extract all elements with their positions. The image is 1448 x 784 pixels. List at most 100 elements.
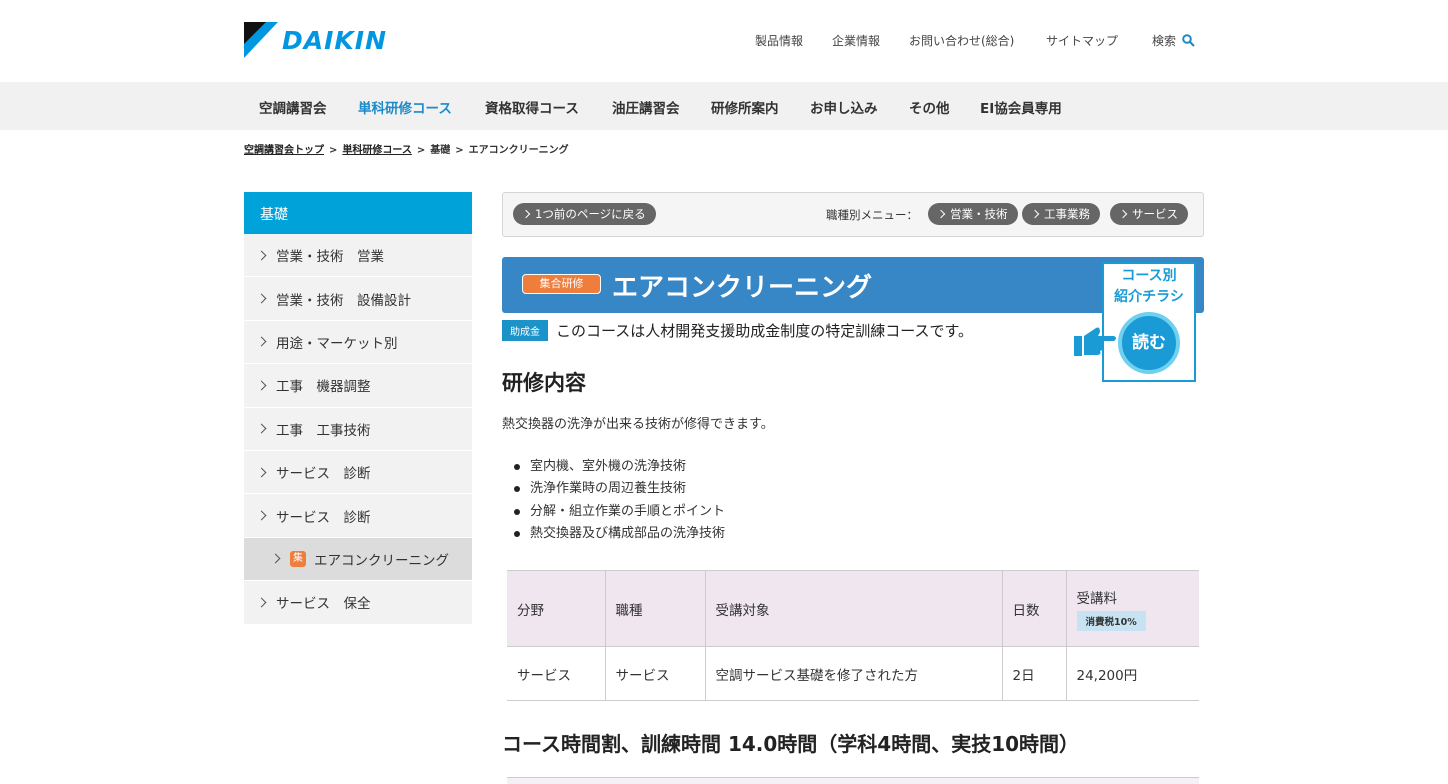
sidebar-heading: 基礎: [244, 192, 472, 234]
util-link-search[interactable]: 検索: [1152, 32, 1176, 49]
chevron-right-icon: [256, 423, 267, 434]
chevron-right-icon: [256, 250, 267, 261]
schedule-table: [507, 777, 1199, 784]
list-item: 室内機、室外機の洗浄技術: [513, 456, 725, 478]
list-item: 洗浄作業時の周辺養生技術: [513, 478, 725, 500]
subsidy-text: このコースは人材開発支援助成金制度の特定訓練コースです。: [556, 322, 974, 340]
table-header-row: 分野 職種 受講対象 日数 受講料消費税10%: [507, 570, 1199, 647]
job-menu-construction-button[interactable]: 工事業務: [1022, 203, 1100, 225]
util-link-company[interactable]: 企業情報: [832, 32, 880, 49]
gnav-item-apply[interactable]: お申し込み: [810, 97, 878, 117]
table-cell-days: 2日: [1001, 646, 1067, 701]
chevron-right-icon: [256, 380, 267, 391]
chevron-right-icon: [936, 209, 946, 219]
sidebar-item-label: 工事 機器調整: [276, 379, 371, 396]
table-cell-field: サービス: [507, 646, 606, 701]
chevron-right-icon: [256, 293, 267, 304]
back-menu-bar: 1つ前のページに戻る 職種別メニュー： 営業・技術 工事業務 サービス: [502, 192, 1204, 237]
flyer-title-1: コース別: [1121, 268, 1177, 284]
category-badge: 集合研修: [522, 274, 601, 294]
table-header-fee: 受講料消費税10%: [1065, 570, 1199, 647]
sidebar-item-service-diagnosis-1[interactable]: サービス 診断: [244, 450, 472, 495]
job-menu-service-button[interactable]: サービス: [1110, 203, 1188, 225]
table-header-target: 受講対象: [704, 570, 1003, 647]
util-link-products[interactable]: 製品情報: [755, 32, 803, 49]
sidebar-item-equipment-design[interactable]: 営業・技術 設備設計: [244, 277, 472, 321]
breadcrumb-link-single-course[interactable]: 単科研修コース: [342, 145, 412, 156]
sidebar-item-adjustment[interactable]: 工事 機器調整: [244, 364, 472, 408]
sidebar-item-maintenance[interactable]: サービス 保全: [244, 581, 472, 625]
subsidy-notice: 助成金 このコースは人材開発支援助成金制度の特定訓練コースです。: [502, 320, 973, 341]
global-nav: 空調講習会 単科研修コース 資格取得コース 油圧講習会 研修所案内 お申し込み …: [0, 82, 1448, 130]
table-header-days: 日数: [1001, 570, 1067, 647]
sidebar-item-label: 営業・技術 営業: [276, 249, 384, 266]
gnav-item-ei-members[interactable]: EI協会員専用: [980, 97, 1062, 117]
chevron-right-icon: [256, 337, 267, 347]
flyer-title-2: 紹介チラシ: [1114, 289, 1184, 305]
course-info-table: 分野 職種 受講対象 日数 受講料消費税10% サービス サービス 空調サービス…: [507, 570, 1199, 701]
breadcrumb: 空調講習会トップ > 単科研修コース > 基礎 > エアコンクリーニング: [244, 145, 569, 156]
sidebar-item-label: サービス 診断: [276, 509, 371, 526]
table-row: サービス サービス 空調サービス基礎を修了された方 2日 24,200円: [507, 646, 1199, 701]
chevron-right-icon: [270, 553, 281, 564]
course-description: 熱交換器の洗浄が出来る技術が修得できます。: [502, 417, 774, 432]
back-button[interactable]: 1つ前のページに戻る: [513, 203, 656, 225]
gnav-item-hydraulic[interactable]: 油圧講習会: [612, 97, 680, 117]
site-header: DAIKIN 製品情報 企業情報 お問い合わせ(総合) サイトマップ 検索: [0, 0, 1448, 82]
list-item: 熱交換器及び構成部品の洗浄技術: [513, 523, 725, 545]
tax-badge: 消費税10%: [1076, 610, 1146, 631]
chevron-right-icon: [256, 467, 267, 478]
util-link-contact[interactable]: お問い合わせ(総合): [909, 32, 1014, 49]
breadcrumb-link-top[interactable]: 空調講習会トップ: [244, 145, 324, 156]
training-bullet-list: 室内機、室外機の洗浄技術 洗浄作業時の周辺養生技術 分解・組立作業の手順とポイン…: [513, 456, 725, 545]
breadcrumb-basics: 基礎: [430, 145, 451, 156]
table-cell-fee: 24,200円: [1065, 646, 1199, 701]
course-title-bar: 集合研修 エアコンクリーニング: [502, 257, 1204, 313]
breadcrumb-current: エアコンクリーニング: [468, 145, 569, 156]
sidebar-item-label: 用途・マーケット別: [276, 335, 398, 352]
chevron-right-icon: [256, 597, 267, 608]
flyer-read-button[interactable]: 読む: [1118, 312, 1180, 374]
chevron-right-icon: [256, 510, 267, 521]
job-menu-label-text: 営業・技術: [950, 207, 1008, 221]
group-training-badge: 集: [290, 550, 306, 567]
fee-label: 受講料: [1076, 590, 1118, 607]
table-header-field: 分野: [507, 570, 606, 647]
gnav-item-qualification[interactable]: 資格取得コース: [485, 97, 579, 117]
sidebar-item-label: エアコンクリーニング: [314, 552, 449, 569]
table-header-job: 職種: [604, 570, 706, 647]
job-menu-label-text: サービス: [1132, 207, 1178, 221]
sidebar: 基礎 営業・技術 営業 営業・技術 設備設計 用途・マーケット別 工事 機器調整…: [244, 192, 472, 625]
sidebar-item-label: 営業・技術 設備設計: [276, 292, 411, 309]
gnav-item-other[interactable]: その他: [909, 97, 950, 117]
chevron-right-icon: [521, 209, 531, 219]
chevron-right-icon: [1118, 209, 1128, 219]
sidebar-item-label: サービス 保全: [276, 596, 371, 613]
gnav-item-aircon-course[interactable]: 空調講習会: [259, 97, 327, 117]
job-menu-label: 職種別メニュー：: [826, 208, 918, 222]
table-cell-target: 空調サービス基礎を修了された方: [704, 646, 1003, 701]
sidebar-item-market[interactable]: 用途・マーケット別: [244, 320, 472, 365]
gnav-item-facility[interactable]: 研修所案内: [711, 97, 779, 117]
gnav-item-single-course[interactable]: 単科研修コース: [358, 97, 452, 117]
pointing-hand-icon: [1074, 327, 1116, 356]
job-menu-sales-button[interactable]: 営業・技術: [928, 203, 1018, 225]
table-cell-job: サービス: [604, 646, 706, 701]
chevron-right-icon: [1030, 209, 1040, 219]
section-title-hours: コース時間割、訓練時間 14.0時間（学科4時間、実技10時間）: [502, 732, 1080, 756]
util-link-sitemap[interactable]: サイトマップ: [1046, 32, 1118, 49]
utility-nav: 製品情報 企業情報 お問い合わせ(総合) サイトマップ 検索: [0, 32, 1448, 50]
sidebar-item-service-diagnosis-2[interactable]: サービス 診断: [244, 494, 472, 538]
sidebar-item-sales[interactable]: 営業・技術 営業: [244, 234, 472, 278]
list-item: 分解・組立作業の手順とポイント: [513, 501, 725, 523]
job-menu-label-text: 工事業務: [1044, 207, 1090, 221]
sidebar-item-aircon-cleaning[interactable]: 集エアコンクリーニング: [244, 537, 472, 582]
sidebar-item-construction[interactable]: 工事 工事技術: [244, 407, 472, 451]
section-title-training-content: 研修内容: [502, 371, 586, 395]
search-icon[interactable]: [1182, 34, 1195, 47]
back-button-label: 1つ前のページに戻る: [535, 207, 646, 221]
page-title: エアコンクリーニング: [612, 273, 873, 303]
subsidy-badge: 助成金: [502, 320, 548, 341]
sidebar-item-label: サービス 診断: [276, 466, 371, 483]
sidebar-item-label: 工事 工事技術: [276, 422, 371, 439]
